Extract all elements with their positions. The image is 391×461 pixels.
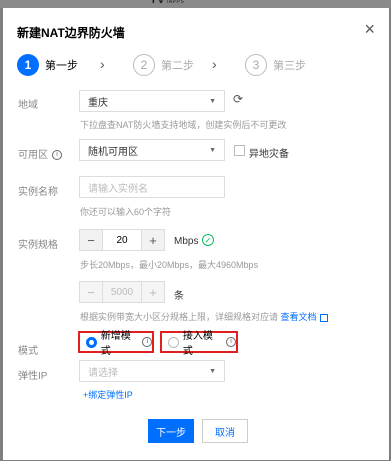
disaster-recovery-label: 异地灾备	[249, 149, 289, 160]
info-icon[interactable]: i	[226, 337, 236, 347]
caret-down-icon: ▼	[209, 367, 216, 375]
eip-label: 弹性IP	[18, 371, 48, 382]
step-indicator: 1 第一步 › 2 第二步 › 3 第三步	[17, 54, 377, 80]
minus-icon[interactable]: −	[80, 230, 102, 250]
step-1-number: 1	[17, 54, 39, 76]
rule-count-hint: 根据实例带宽大小区分规格上限，详细规格对应请	[80, 312, 279, 322]
refresh-icon[interactable]: ⟳	[233, 92, 243, 106]
caret-down-icon: ▼	[209, 146, 216, 154]
spec-label: 实例规格	[18, 240, 58, 251]
next-button[interactable]: 下一步	[148, 419, 194, 443]
mode-option-new[interactable]: 新增模式 i	[78, 331, 154, 357]
radio-unselected	[168, 336, 179, 348]
chevron-right-icon: ›	[100, 56, 105, 72]
plus-icon: +	[142, 282, 164, 302]
step-2-label: 第二步	[161, 60, 194, 72]
rule-count-unit: 条	[174, 291, 184, 302]
minus-icon: −	[80, 282, 102, 302]
region-select[interactable]: 重庆 ▼	[79, 90, 225, 112]
eip-placeholder: 请选择	[88, 367, 118, 379]
zone-label: 可用区	[18, 150, 48, 161]
rule-count-value: 5000	[102, 282, 142, 302]
info-icon[interactable]: i	[142, 337, 152, 347]
bind-eip-link[interactable]: +绑定弹性IP	[83, 388, 133, 401]
mode-label: 模式	[18, 346, 38, 357]
disaster-recovery-checkbox[interactable]	[234, 145, 245, 156]
region-value: 重庆	[88, 97, 108, 109]
bandwidth-stepper: − 20 +	[79, 229, 165, 251]
rule-count-hint-row: 根据实例带宽大小区分规格上限，详细规格对应请 查看文档	[80, 310, 328, 323]
caret-down-icon: ▼	[209, 97, 216, 105]
zone-select[interactable]: 随机可用区 ▼	[79, 139, 225, 161]
mode-option-access-label: 接入模式	[182, 331, 213, 357]
step-1-label: 第一步	[45, 60, 78, 72]
mode-option-new-label: 新增模式	[100, 331, 131, 357]
background-page-strip	[0, 0, 391, 8]
region-hint: 下拉盘查NAT防火墙支持地域，创建实例后不可更改	[80, 120, 287, 130]
external-link-icon	[319, 313, 328, 322]
dialog-title: 新建NAT边界防火墙	[17, 26, 125, 40]
eip-select[interactable]: 请选择 ▼	[79, 360, 225, 382]
bandwidth-value[interactable]: 20	[102, 230, 142, 250]
background-logo: TV IAPPS	[150, 0, 185, 6]
zone-label-row: 可用区 i	[18, 146, 62, 161]
instance-name-placeholder: 请输入实例名	[88, 183, 148, 195]
rule-count-stepper: − 5000 +	[79, 281, 165, 303]
step-1: 1 第一步	[17, 54, 78, 76]
cancel-button[interactable]: 取消	[202, 419, 248, 443]
step-2-number: 2	[133, 54, 155, 76]
close-icon[interactable]: ×	[364, 20, 375, 38]
instance-name-label: 实例名称	[18, 187, 58, 198]
check-circle-icon: ✓	[202, 234, 214, 246]
create-nat-firewall-dialog: 新建NAT边界防火墙 × 1 第一步 › 2 第二步 › 3 第三步 地域 重庆…	[3, 8, 389, 460]
step-2: 2 第二步	[133, 54, 194, 76]
zone-value: 随机可用区	[88, 146, 138, 158]
mode-option-access[interactable]: 接入模式 i	[160, 331, 238, 357]
plus-icon[interactable]: +	[142, 230, 164, 250]
region-label: 地域	[18, 100, 38, 111]
step-3-label: 第三步	[273, 60, 306, 72]
step-3: 3 第三步	[245, 54, 306, 76]
radio-selected	[86, 336, 97, 348]
bandwidth-hint: 步长20Mbps，最小20Mbps，最大4960Mbps	[80, 260, 259, 270]
step-3-number: 3	[245, 54, 267, 76]
chevron-right-icon: ›	[212, 56, 217, 72]
info-icon[interactable]: i	[52, 150, 62, 161]
view-docs-link[interactable]: 查看文档	[281, 312, 317, 322]
instance-name-input[interactable]: 请输入实例名	[79, 176, 225, 198]
bandwidth-unit: Mbps	[174, 236, 199, 247]
instance-name-hint: 你还可以输入60个字符	[80, 207, 172, 217]
